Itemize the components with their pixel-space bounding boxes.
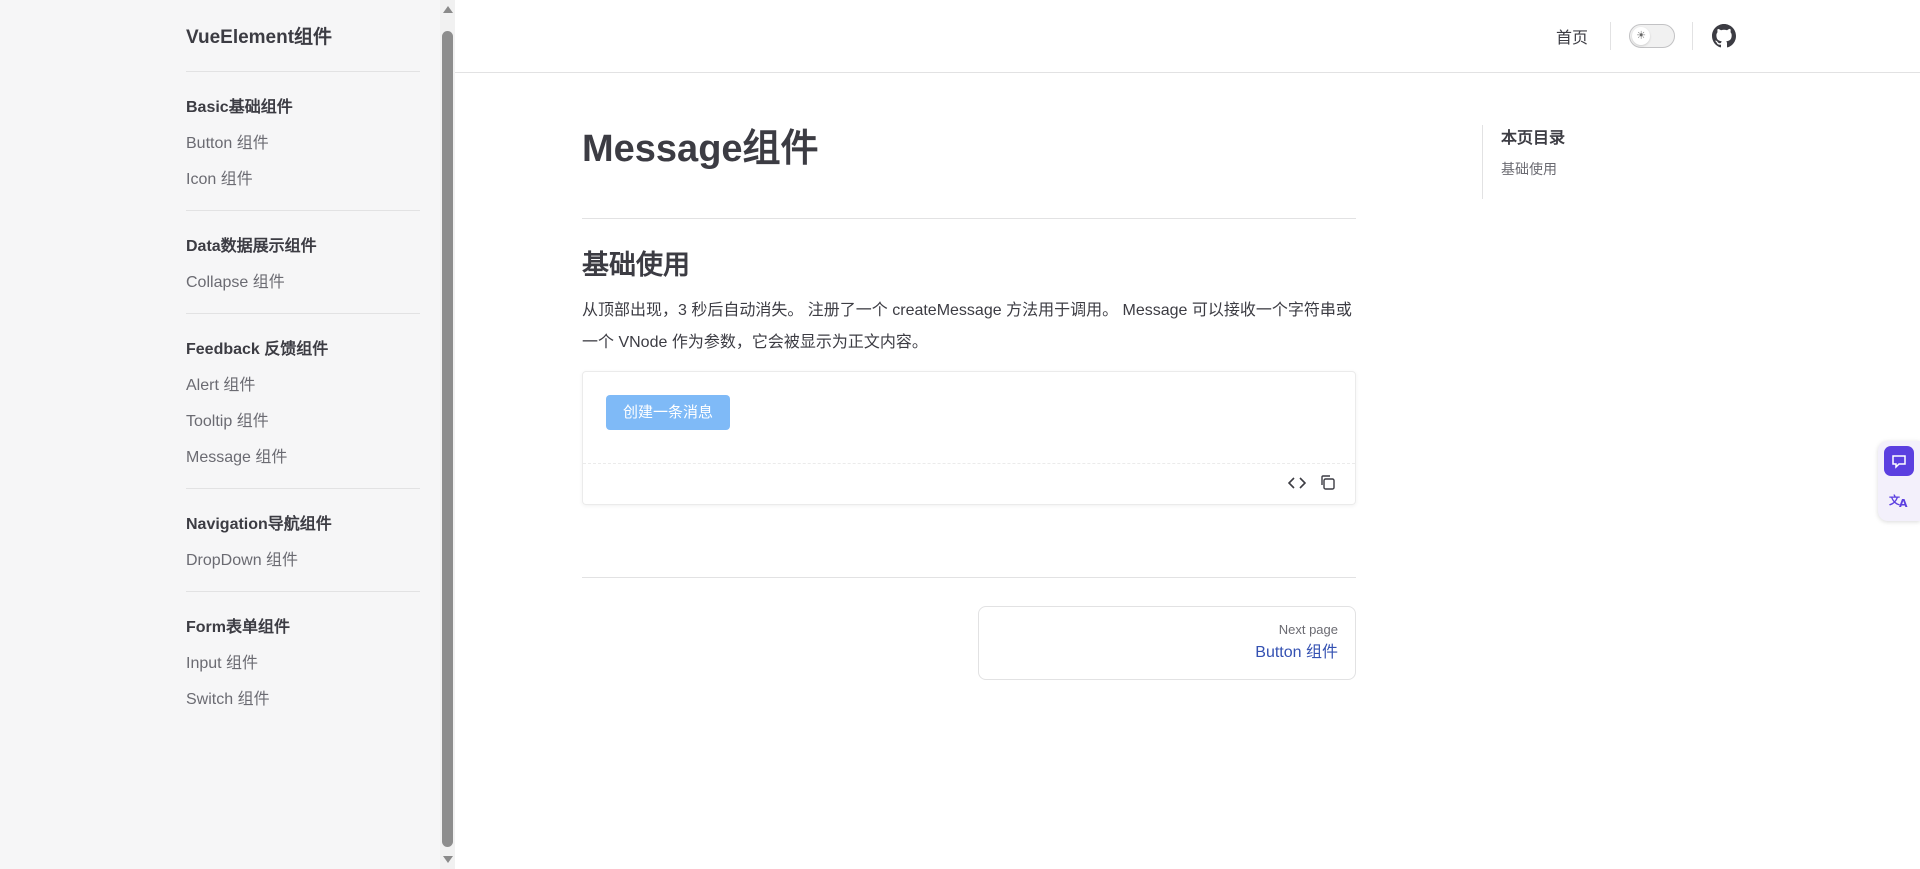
sidebar-group-title: Data数据展示组件 <box>186 238 317 255</box>
sidebar-item-icon[interactable]: Icon 组件 <box>186 162 420 198</box>
sidebar-group-title: Feedback 反馈组件 <box>186 341 329 358</box>
github-icon[interactable] <box>1712 24 1736 48</box>
section-description: 从顶部出现，3 秒后自动消失。 注册了一个 createMessage 方法用于… <box>582 302 1352 351</box>
sidebar-group-navigation: Navigation导航组件 DropDown 组件 <box>186 489 420 592</box>
svg-text:A: A <box>1899 497 1908 509</box>
sun-icon: ☀ <box>1632 27 1650 45</box>
copy-icon[interactable] <box>1320 475 1335 493</box>
sidebar-item-button[interactable]: Button 组件 <box>186 126 420 162</box>
sidebar-item-switch[interactable]: Switch 组件 <box>186 682 420 718</box>
sidebar-group-title: Form表单组件 <box>186 619 291 636</box>
code-icon[interactable] <box>1287 476 1307 493</box>
demo-actions <box>583 464 1355 504</box>
sidebar: VueElement组件 Basic基础组件 Button 组件 Icon 组件… <box>0 0 440 869</box>
toc: 本页目录 基础使用 <box>1482 125 1622 199</box>
nav-divider <box>1692 22 1693 50</box>
scroll-up-arrow-icon[interactable] <box>443 6 453 13</box>
brand-title[interactable]: VueElement组件 <box>186 0 420 72</box>
translate-icon[interactable]: 文 A <box>1884 485 1914 515</box>
sidebar-group-data: Data数据展示组件 Collapse 组件 <box>186 211 420 314</box>
theme-toggle[interactable]: ☀ <box>1629 24 1675 48</box>
scroll-down-arrow-icon[interactable] <box>443 856 453 863</box>
sidebar-group-title: Basic基础组件 <box>186 99 293 116</box>
scroll-thumb[interactable] <box>442 31 453 847</box>
toc-item-basic-usage[interactable]: 基础使用 <box>1501 153 1622 185</box>
sidebar-item-alert[interactable]: Alert 组件 <box>186 368 420 404</box>
nav-home-link[interactable]: 首页 <box>1556 24 1588 48</box>
demo-box: 创建一条消息 <box>582 371 1356 505</box>
sidebar-group-title: Navigation导航组件 <box>186 516 332 533</box>
sidebar-nav: VueElement组件 Basic基础组件 Button 组件 Icon 组件… <box>186 0 420 730</box>
sidebar-item-collapse[interactable]: Collapse 组件 <box>186 265 420 301</box>
floating-extension-widget: 文 A <box>1878 441 1920 521</box>
sidebar-group-basic: Basic基础组件 Button 组件 Icon 组件 <box>186 72 420 211</box>
create-message-button[interactable]: 创建一条消息 <box>606 395 731 430</box>
footer-divider <box>582 577 1356 578</box>
chat-icon[interactable] <box>1884 446 1914 476</box>
next-page-card[interactable]: Next page Button 组件 <box>978 606 1356 680</box>
top-nav: 首页 ☀ <box>455 0 1920 73</box>
sidebar-group-feedback: Feedback 反馈组件 Alert 组件 Tooltip 组件 Messag… <box>186 314 420 489</box>
sidebar-item-dropdown[interactable]: DropDown 组件 <box>186 543 420 579</box>
section-title: 基础使用 <box>582 250 690 280</box>
sidebar-item-tooltip[interactable]: Tooltip 组件 <box>186 404 420 440</box>
page-title: Message组件 <box>582 128 819 170</box>
sidebar-group-form: Form表单组件 Input 组件 Switch 组件 <box>186 592 420 730</box>
main-content: Message组件 基础使用 从顶部出现，3 秒后自动消失。 注册了一个 cre… <box>582 73 1356 680</box>
toc-title: 本页目录 <box>1501 130 1566 147</box>
demo-preview: 创建一条消息 <box>583 372 1355 464</box>
next-page-link[interactable]: Button 组件 <box>996 640 1338 666</box>
nav-divider <box>1610 22 1611 50</box>
sidebar-item-message[interactable]: Message 组件 <box>186 440 420 476</box>
sidebar-scrollbar[interactable] <box>440 0 455 869</box>
sidebar-item-input[interactable]: Input 组件 <box>186 646 420 682</box>
next-page-label: Next page <box>1278 622 1338 637</box>
title-divider <box>582 218 1356 219</box>
